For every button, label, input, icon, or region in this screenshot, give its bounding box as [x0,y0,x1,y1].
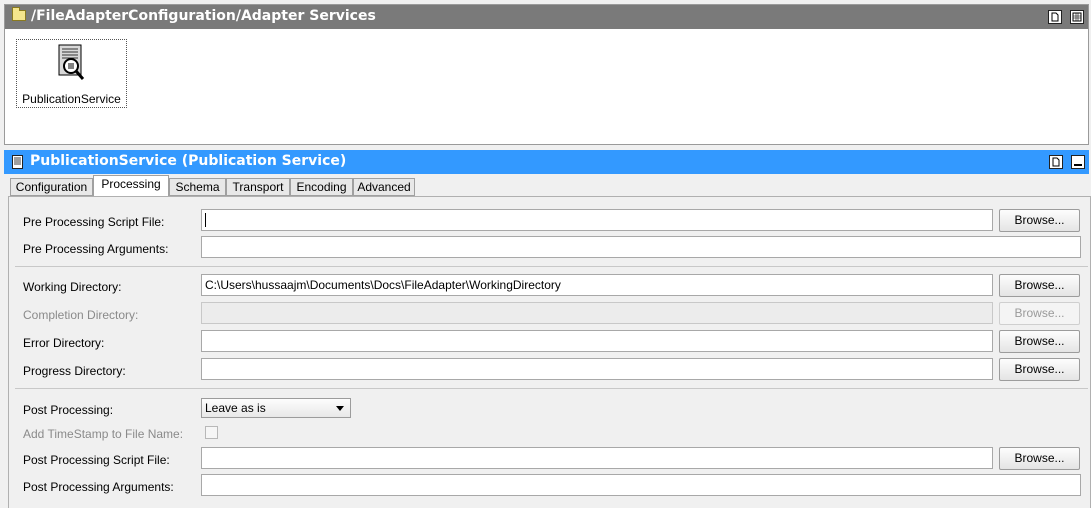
progress-directory-field[interactable] [201,358,993,380]
publication-service-tile[interactable]: PublicationService [16,39,127,108]
new-document-icon[interactable] [1049,155,1063,169]
restore-icon[interactable] [1070,10,1084,24]
tab-encoding[interactable]: Encoding [290,178,353,196]
pre-processing-script-field[interactable] [201,209,993,231]
tab-advanced[interactable]: Advanced [353,178,415,196]
pre-processing-arguments-label: Pre Processing Arguments: [23,242,169,256]
adapter-services-panel: /FileAdapterConfiguration/Adapter Servic… [4,4,1089,145]
post-processing-label: Post Processing: [23,403,114,417]
add-timestamp-label: Add TimeStamp to File Name: [23,427,184,441]
adapter-services-header: /FileAdapterConfiguration/Adapter Servic… [5,5,1088,29]
pre-processing-script-browse-button[interactable]: Browse... [999,209,1080,232]
working-directory-browse-button[interactable]: Browse... [999,274,1080,297]
post-processing-selected-value: Leave as is [205,401,266,415]
new-document-icon[interactable] [1048,10,1062,24]
publication-service-title: PublicationService (Publication Service) [30,153,347,169]
add-timestamp-checkbox[interactable] [205,426,218,439]
post-processing-arguments-field[interactable] [201,474,1081,496]
folder-icon [12,7,26,21]
post-processing-select[interactable]: Leave as is [201,398,351,418]
post-processing-script-browse-button[interactable]: Browse... [999,447,1080,470]
progress-directory-browse-button[interactable]: Browse... [999,358,1080,381]
completion-directory-browse-button[interactable]: Browse... [999,302,1080,325]
post-processing-arguments-label: Post Processing Arguments: [23,480,174,494]
tab-transport[interactable]: Transport [226,178,290,196]
working-directory-field[interactable]: C:\Users\hussaajm\Documents\Docs\FileAda… [201,274,993,296]
error-directory-label: Error Directory: [23,336,105,350]
post-processing-script-field[interactable] [201,447,993,469]
tab-configuration[interactable]: Configuration [10,178,93,196]
working-directory-label: Working Directory: [23,280,122,294]
tab-schema[interactable]: Schema [169,178,226,196]
progress-directory-label: Progress Directory: [23,364,126,378]
minimize-icon[interactable] [1071,155,1085,169]
publication-service-label: PublicationService [22,92,121,106]
publication-service-panel: PublicationService (Publication Service)… [4,150,1091,508]
error-directory-browse-button[interactable]: Browse... [999,330,1080,353]
adapter-services-title: /FileAdapterConfiguration/Adapter Servic… [31,8,376,24]
pre-processing-script-label: Pre Processing Script File: [23,215,165,229]
publication-service-icon [58,44,85,80]
post-processing-script-label: Post Processing Script File: [23,453,170,467]
error-directory-field[interactable] [201,330,993,352]
text-caret [205,213,206,227]
completion-directory-label: Completion Directory: [23,308,139,322]
tab-processing[interactable]: Processing [93,175,169,197]
service-icon [12,155,23,169]
processing-form: Pre Processing Script File: Browse... Pr… [8,196,1091,508]
publication-service-header: PublicationService (Publication Service) [4,150,1089,174]
section-divider [15,266,1088,267]
chevron-down-icon [336,406,344,411]
completion-directory-field[interactable] [201,302,993,324]
section-divider [15,388,1088,389]
pre-processing-arguments-field[interactable] [201,236,1081,258]
